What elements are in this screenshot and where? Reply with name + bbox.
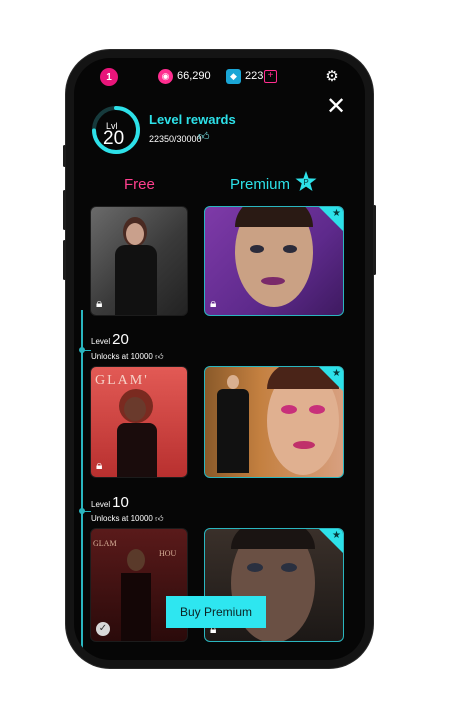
phone-side-button	[373, 205, 376, 275]
card-caption: GLAM'	[95, 373, 149, 388]
free-reward-card[interactable]: 🔒︎	[90, 206, 188, 316]
phone-side-button	[63, 240, 66, 280]
star-icon: ★	[332, 368, 341, 379]
star-icon: ★	[332, 530, 341, 541]
phone-side-button	[63, 145, 66, 167]
gear-icon[interactable]: ⚙	[323, 67, 341, 85]
xp-progress-text: 22350/30000	[149, 134, 202, 144]
lock-icon: 🔒︎	[210, 296, 217, 310]
thumbs-up-icon: 👍︎	[155, 352, 164, 361]
unlock-value: 10000	[130, 352, 153, 361]
thumbs-up-icon: 👍︎	[198, 131, 210, 143]
app-screen: 1 ◉ 66,290 ◆ 223 + ⚙ ✕ Lvl 20 Level rewa…	[74, 58, 365, 660]
thumbs-up-icon: 👍︎	[155, 514, 164, 523]
reward-image	[124, 397, 146, 421]
timeline-connector	[81, 511, 91, 512]
reward-image	[281, 563, 297, 572]
reward-image	[127, 549, 145, 571]
reward-image	[117, 423, 157, 477]
tab-free[interactable]: Free	[124, 176, 155, 193]
row-level-number: 10	[112, 494, 129, 511]
lock-icon: 🔒︎	[96, 458, 103, 472]
star-icon: ★	[332, 208, 341, 219]
reward-image	[261, 277, 285, 285]
phone-side-button	[63, 190, 66, 230]
unlock-value: 10000	[130, 514, 153, 523]
gem-balance: 223	[245, 70, 264, 82]
coin-balance: 66,290	[177, 70, 211, 82]
reward-image	[227, 375, 239, 389]
close-icon[interactable]: ✕	[324, 95, 348, 119]
notification-badge[interactable]: 1	[100, 68, 118, 86]
unlock-label: Unlocks at	[91, 352, 129, 361]
unlock-label: Unlocks at	[91, 514, 129, 523]
lock-icon: 🔒︎	[96, 296, 103, 310]
row-level-number: 20	[112, 331, 129, 348]
free-reward-card[interactable]: GLAM' 🔒︎	[90, 366, 188, 478]
timeline-connector	[81, 350, 91, 351]
reward-image	[309, 405, 325, 414]
row-level-label: Level 20	[91, 331, 129, 349]
reward-image	[235, 207, 313, 227]
unlock-requirement: Unlocks at 10000 👍︎	[91, 352, 163, 362]
premium-reward-card[interactable]: ★	[204, 366, 344, 478]
claimed-check-icon: ✓	[96, 622, 110, 636]
row-level-label: Level 10	[91, 494, 129, 512]
unlock-requirement: Unlocks at 10000 👍︎	[91, 514, 163, 524]
card-caption: HOU	[159, 549, 177, 558]
reward-image	[121, 573, 151, 641]
reward-image	[217, 389, 249, 473]
buy-premium-button[interactable]: Buy Premium	[166, 596, 266, 628]
tab-premium[interactable]: Premium	[230, 176, 290, 193]
card-caption: GLAM	[93, 539, 117, 548]
reward-image	[115, 245, 157, 315]
add-gems-icon[interactable]: +	[264, 70, 277, 83]
premium-reward-card[interactable]: ★ 🔒︎	[204, 206, 344, 316]
current-level: 20	[103, 128, 125, 149]
reward-image	[283, 245, 297, 253]
reward-image	[247, 563, 263, 572]
premium-star-icon: P	[295, 171, 317, 191]
reward-image	[281, 405, 297, 414]
svg-text:P: P	[303, 178, 308, 187]
gem-icon: ◆	[226, 69, 241, 84]
reward-image	[126, 223, 144, 245]
reward-image	[231, 529, 315, 549]
reward-image	[293, 441, 315, 449]
timeline-line	[81, 310, 83, 660]
reward-image	[250, 245, 264, 253]
coin-icon: ◉	[158, 69, 173, 84]
page-title: Level rewards	[149, 112, 236, 127]
row-level-prefix: Level	[91, 500, 111, 509]
row-level-prefix: Level	[91, 337, 111, 346]
